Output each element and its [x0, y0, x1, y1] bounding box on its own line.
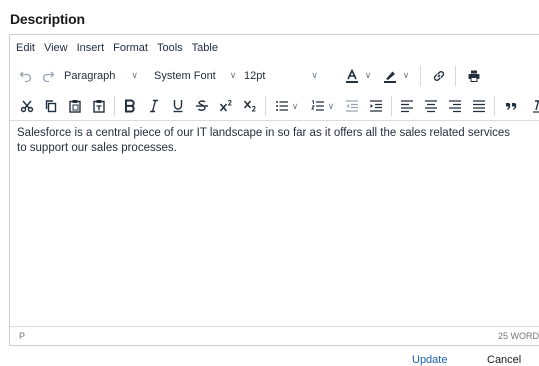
print-icon — [468, 70, 480, 82]
chevron-down-icon: ∨ — [311, 70, 319, 80]
cancel-button[interactable]: Cancel — [487, 354, 521, 366]
menu-tools[interactable]: Tools — [157, 42, 183, 54]
bold-icon — [124, 99, 135, 113]
numbered-list-button[interactable]: ∨ — [305, 95, 339, 117]
align-center-button[interactable] — [420, 95, 442, 117]
align-left-button[interactable] — [396, 95, 418, 117]
align-right-button[interactable] — [444, 95, 466, 117]
cut-button[interactable] — [16, 95, 38, 117]
update-button[interactable]: Update — [412, 354, 447, 366]
statusbar: P 25 WORDS — [10, 326, 539, 345]
menu-edit[interactable]: Edit — [16, 42, 35, 54]
bullet-list-button[interactable]: ∨ — [270, 95, 304, 117]
highlight-color-button[interactable]: ∨ — [378, 65, 414, 87]
align-justify-button[interactable] — [468, 95, 490, 117]
quote-icon — [506, 103, 517, 110]
font-size-select[interactable]: 12pt ∨ — [244, 65, 332, 87]
font-family-select[interactable]: System Font ∨ — [154, 65, 244, 87]
toolbar-row-2: ∨ ∨ — [10, 92, 539, 121]
block-format-select[interactable]: Paragraph ∨ — [64, 65, 150, 87]
highlight-icon — [383, 71, 396, 83]
align-left-icon — [401, 100, 414, 113]
paste-button[interactable] — [64, 95, 86, 117]
outdent-button[interactable] — [341, 95, 363, 117]
undo-icon — [19, 71, 32, 82]
menu-format[interactable]: Format — [113, 42, 148, 54]
block-format-value: Paragraph — [64, 69, 116, 82]
toolbar-separator — [455, 65, 456, 86]
chevron-down-icon: ∨ — [229, 70, 237, 80]
chevron-down-icon: ∨ — [327, 100, 335, 111]
font-family-value: System Font — [154, 69, 216, 82]
redo-button[interactable] — [38, 65, 58, 87]
strikethrough-button[interactable] — [191, 95, 213, 117]
menu-view[interactable]: View — [44, 42, 68, 54]
toolbar-separator — [264, 96, 266, 116]
toolbar-separator — [113, 96, 115, 116]
chevron-down-icon: ∨ — [364, 70, 372, 80]
align-center-icon — [425, 100, 438, 113]
menu-table[interactable]: Table — [192, 42, 218, 54]
print-button[interactable] — [462, 65, 486, 87]
undo-button[interactable] — [16, 65, 36, 87]
field-label: Description — [10, 11, 85, 27]
link-button[interactable] — [427, 65, 451, 87]
underline-icon — [173, 100, 183, 113]
copy-icon — [45, 100, 57, 113]
italic-button[interactable] — [143, 95, 165, 117]
underline-button[interactable] — [167, 95, 189, 117]
paste-text-icon — [93, 100, 105, 113]
toolbar-separator — [420, 65, 421, 86]
indent-icon — [370, 100, 383, 112]
paste-icon — [69, 100, 81, 113]
outdent-icon — [346, 100, 359, 112]
align-right-icon — [449, 100, 462, 113]
word-count[interactable]: 25 WORDS — [498, 331, 539, 341]
chevron-down-icon: ∨ — [291, 100, 299, 111]
font-size-value: 12pt — [244, 69, 266, 82]
toolbar-separator — [391, 96, 393, 116]
blockquote-button[interactable] — [499, 95, 523, 117]
indent-button[interactable] — [365, 95, 387, 117]
bullet-list-icon — [275, 101, 288, 111]
text-color-icon — [345, 68, 358, 83]
clear-formatting-button[interactable] — [527, 95, 539, 117]
strikethrough-icon — [195, 100, 208, 111]
bold-button[interactable] — [119, 95, 141, 117]
chevron-down-icon: ∨ — [402, 70, 410, 80]
italic-icon — [149, 99, 158, 113]
text-color-button[interactable]: ∨ — [340, 65, 376, 87]
align-justify-icon — [473, 100, 486, 113]
redo-icon — [42, 71, 55, 82]
subscript-button[interactable] — [239, 95, 261, 117]
clear-formatting-icon — [533, 100, 539, 113]
toolbar-separator — [494, 96, 496, 116]
menu-insert[interactable]: Insert — [77, 42, 105, 54]
superscript-button[interactable] — [215, 95, 237, 117]
editor-content[interactable]: Salesforce is a central piece of our IT … — [17, 126, 517, 156]
paste-as-text-button[interactable] — [88, 95, 110, 117]
toolbar-row-1: Paragraph ∨ System Font ∨ 12pt ∨ ∨ ∨ — [10, 63, 539, 88]
cut-icon — [20, 100, 34, 113]
chevron-down-icon: ∨ — [131, 70, 138, 80]
copy-button[interactable] — [40, 95, 62, 117]
menubar: Edit View Insert Format Tools Table — [10, 35, 539, 61]
subscript-icon — [243, 100, 256, 112]
rich-text-editor: Edit View Insert Format Tools Table Para… — [9, 34, 539, 346]
link-icon — [433, 70, 445, 81]
numbered-list-icon — [310, 100, 324, 111]
element-path[interactable]: P — [19, 331, 25, 341]
superscript-icon — [219, 99, 232, 112]
